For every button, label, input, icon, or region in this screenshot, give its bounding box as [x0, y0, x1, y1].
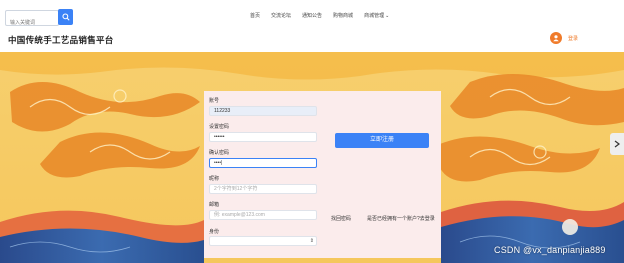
- select-arrow-icon: ⇕: [309, 238, 314, 244]
- go-login-link[interactable]: 是否已经拥有一个账户?去登录: [367, 215, 435, 222]
- email-label: 邮箱: [209, 202, 220, 208]
- watermark: CSDN @vx_danpianjia889: [494, 245, 606, 255]
- nav-item-mall-manage-label: 商城管理: [364, 13, 385, 19]
- register-button[interactable]: 立即注册: [335, 133, 429, 148]
- search-input[interactable]: [6, 17, 58, 29]
- nickname-field[interactable]: 2个字符到12个字符: [209, 184, 317, 194]
- chevron-right-icon: [614, 140, 620, 148]
- nav-item-forum[interactable]: 交流论坛: [271, 12, 291, 19]
- nav-item-mall[interactable]: 购物商城: [333, 12, 353, 19]
- account-field[interactable]: 112233: [209, 106, 317, 116]
- user-icon[interactable]: [550, 32, 562, 44]
- top-bar: 首页 交流论坛 通知公告 购物商城 商城管理⌄ 中国传统手工艺品销售平台 登录: [0, 0, 624, 52]
- chevron-down-icon: ⌄: [385, 13, 390, 19]
- confirm-password-field[interactable]: ••••|: [209, 158, 317, 168]
- forgot-password-link[interactable]: 找回密码: [331, 215, 351, 222]
- login-link[interactable]: 登录: [568, 35, 578, 42]
- account-label: 账号: [209, 98, 220, 104]
- role-label: 身份: [209, 229, 220, 235]
- nav-item-notices[interactable]: 通知公告: [302, 12, 322, 19]
- email-field[interactable]: 例: example@123.com: [209, 210, 317, 220]
- register-form-panel: [204, 91, 441, 258]
- nickname-label: 昵称: [209, 176, 220, 182]
- search-icon: [61, 13, 70, 21]
- nav-item-home[interactable]: 首页: [250, 12, 260, 19]
- password-label: 设置密码: [209, 124, 230, 130]
- main-nav: 首页 交流论坛 通知公告 购物商城 商城管理⌄: [250, 12, 389, 19]
- nav-item-mall-manage[interactable]: 商城管理⌄: [364, 12, 389, 19]
- role-select[interactable]: ⇕: [209, 236, 317, 246]
- site-title: 中国传统手工艺品销售平台: [8, 35, 114, 45]
- search-button[interactable]: [58, 9, 73, 25]
- carousel-next-button[interactable]: [610, 133, 624, 155]
- password-field[interactable]: ••••••: [209, 132, 317, 142]
- search-box[interactable]: [5, 10, 59, 29]
- person-icon: [553, 35, 559, 42]
- confirm-password-label: 确认密码: [209, 150, 230, 156]
